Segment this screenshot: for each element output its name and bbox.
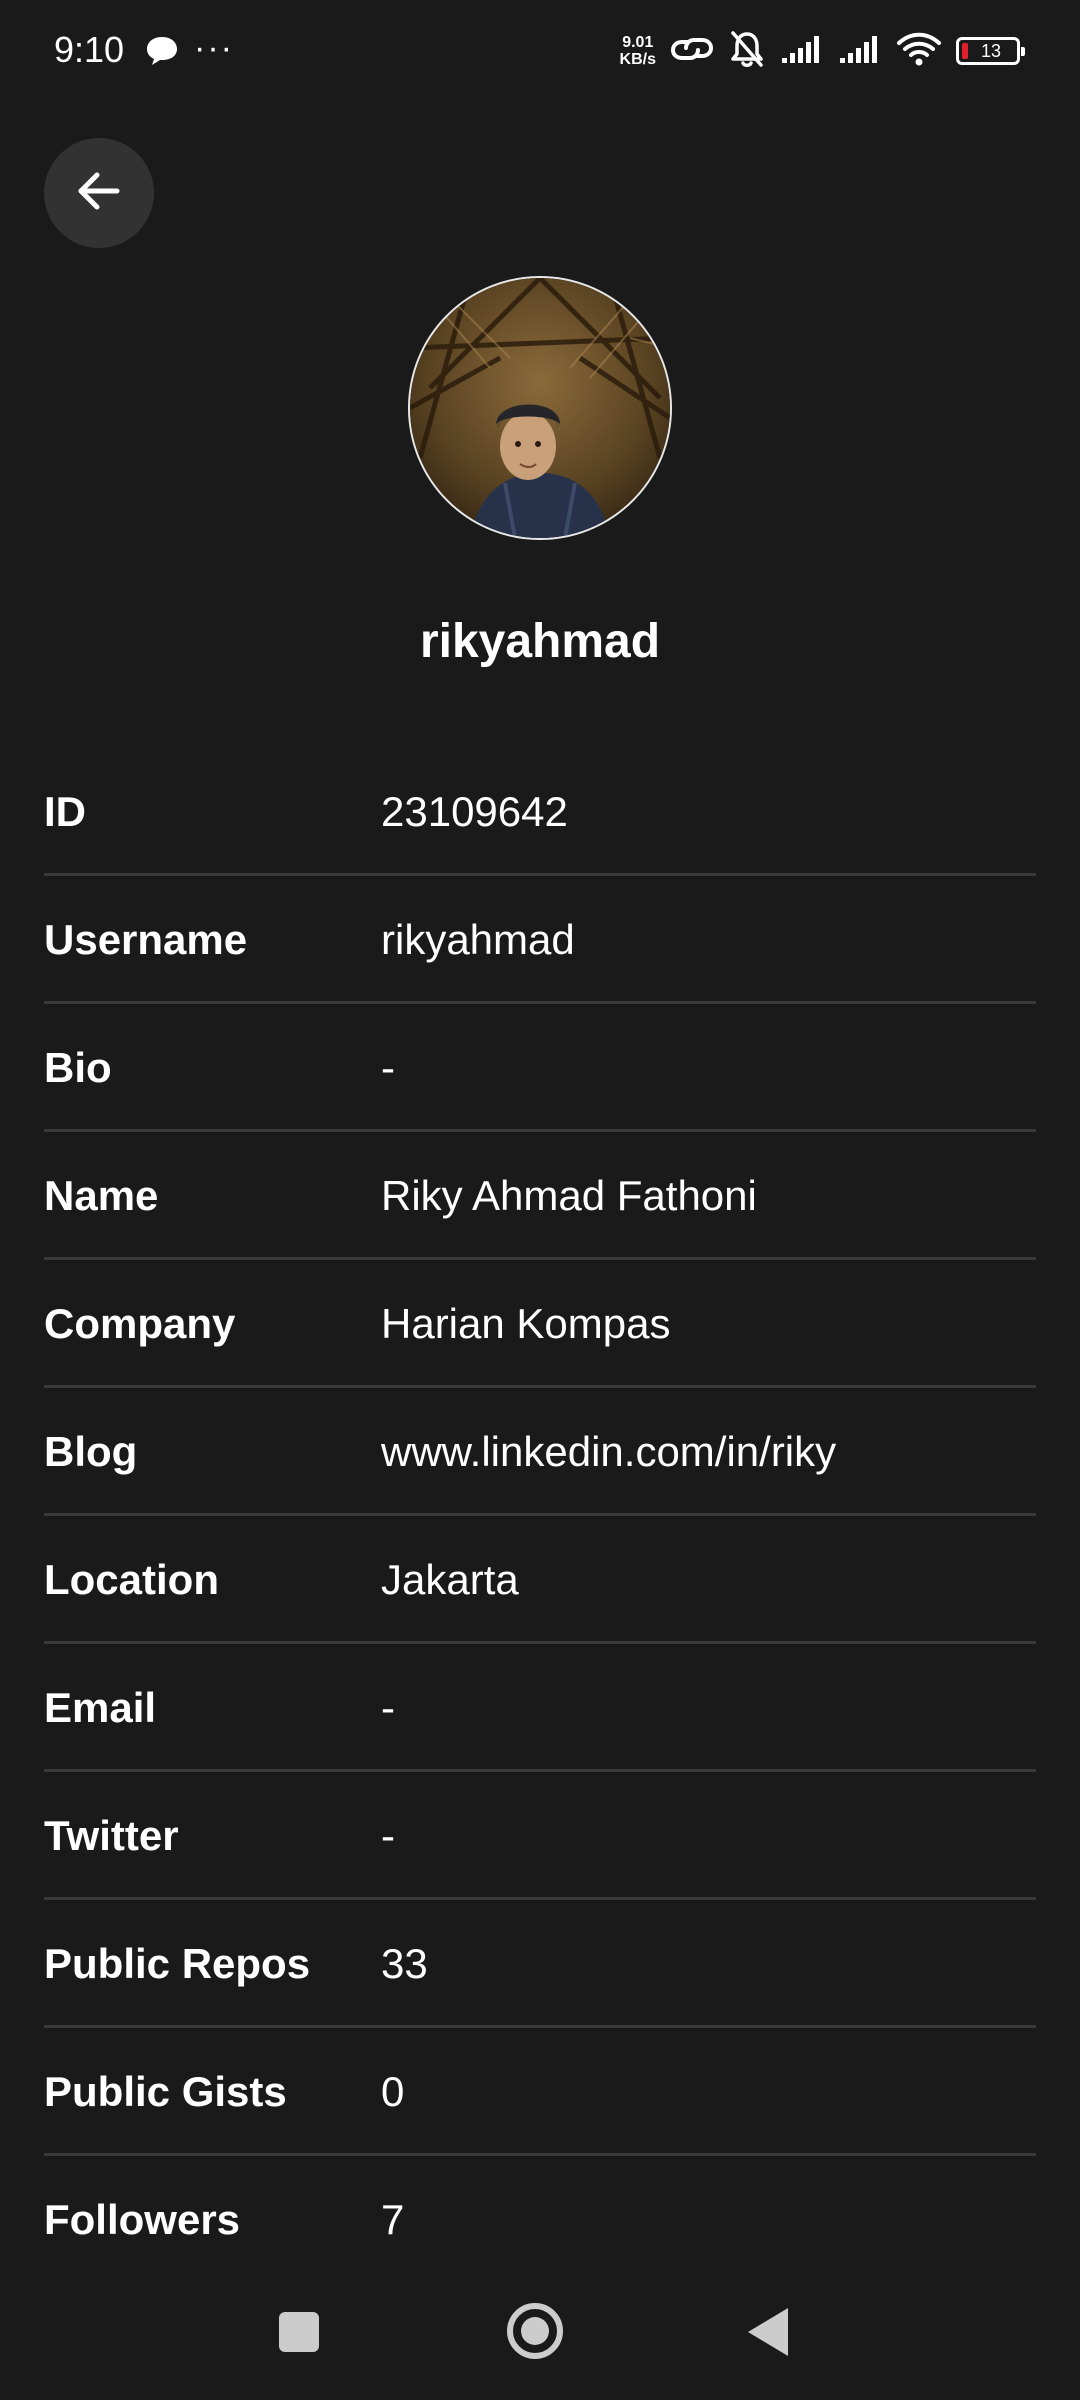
detail-label: Name: [44, 1172, 159, 1219]
detail-row-company: Company Harian Kompas: [44, 1260, 1036, 1388]
network-speed-unit: KB/s: [619, 51, 656, 68]
navigation-bar: [0, 2270, 1080, 2400]
detail-value: -: [381, 1812, 395, 1859]
detail-value: Harian Kompas: [381, 1300, 671, 1347]
detail-value: www.linkedin.com/in/riky: [381, 1428, 837, 1475]
detail-list: ID 23109642 Username rikyahmad Bio - Nam…: [44, 748, 1036, 2284]
detail-row-name: Name Riky Ahmad Fathoni: [44, 1132, 1036, 1260]
detail-row-location: Location Jakarta: [44, 1516, 1036, 1644]
status-time: 9:10: [54, 29, 125, 70]
back-triangle-icon[interactable]: [748, 2308, 788, 2356]
detail-label: Location: [44, 1556, 219, 1603]
detail-label: Bio: [44, 1044, 112, 1091]
profile-username: rikyahmad: [419, 615, 661, 668]
battery-level: 13: [980, 41, 1002, 61]
detail-value: 7: [381, 2196, 405, 2243]
detail-label: Public Gists: [44, 2068, 287, 2115]
network-speed: 9.01 KB/s: [620, 34, 656, 68]
detail-value: Jakarta: [381, 1556, 519, 1603]
detail-label: Email: [44, 1684, 157, 1731]
detail-row-blog: Blog www.linkedin.com/in/riky: [44, 1388, 1036, 1516]
wifi-icon: [896, 31, 942, 72]
detail-value: -: [381, 1684, 395, 1731]
detail-label: Followers: [44, 2196, 241, 2243]
battery-icon: 13: [956, 37, 1025, 65]
detail-value: 33: [381, 1940, 428, 1987]
arrow-left-icon: [75, 167, 123, 220]
detail-row-id: ID 23109642: [44, 748, 1036, 876]
network-speed-value: 9.01: [622, 34, 654, 51]
detail-row-twitter: Twitter -: [44, 1772, 1036, 1900]
detail-row-public-gists: Public Gists 0: [44, 2028, 1036, 2156]
detail-value: 0: [381, 2068, 405, 2115]
avatar: [408, 276, 672, 540]
detail-label: Public Repos: [44, 1940, 311, 1987]
back-button[interactable]: [44, 138, 154, 248]
bell-off-icon: [728, 29, 766, 74]
detail-label: Username: [44, 916, 248, 963]
detail-label: Blog: [44, 1428, 138, 1475]
home-circle-icon[interactable]: [507, 2303, 563, 2359]
signal-icon: [838, 34, 882, 69]
recents-square-icon[interactable]: [279, 2312, 319, 2352]
detail-row-public-repos: Public Repos 33: [44, 1900, 1036, 2028]
signal-icon: [780, 34, 824, 69]
detail-row-followers: Followers 7: [44, 2156, 1036, 2284]
detail-row-username: Username rikyahmad: [44, 876, 1036, 1004]
detail-value: 23109642: [381, 788, 568, 835]
link-icon: [670, 32, 714, 71]
status-icons: 9.01 KB/s 13: [620, 26, 1025, 76]
detail-row-bio: Bio -: [44, 1004, 1036, 1132]
chat-bubble-icon: [144, 34, 180, 68]
detail-row-email: Email -: [44, 1644, 1036, 1772]
detail-value: Riky Ahmad Fathoni: [381, 1172, 757, 1219]
detail-value: rikyahmad: [381, 916, 575, 963]
status-bar: 9:10 ··· 9.01 KB/s 13: [0, 0, 1080, 100]
detail-label: ID: [44, 788, 86, 835]
detail-value: -: [381, 1044, 395, 1091]
detail-label: Twitter: [44, 1812, 179, 1859]
detail-label: Company: [44, 1300, 236, 1347]
more-notifications-icon: ···: [194, 29, 234, 67]
